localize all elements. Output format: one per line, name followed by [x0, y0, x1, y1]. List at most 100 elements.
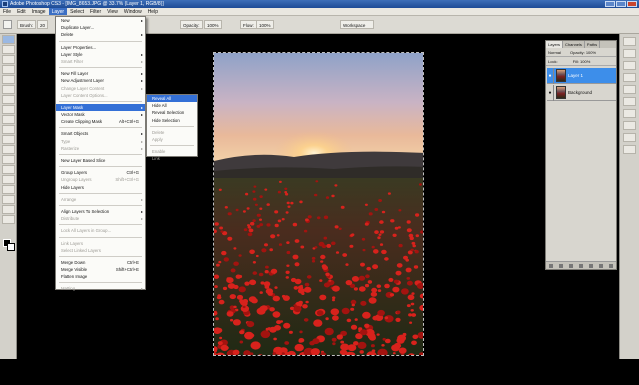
history-brush-tool-icon[interactable] [2, 125, 15, 134]
brush-tool-icon[interactable] [2, 105, 15, 114]
menu-item-align-layers-to-selection[interactable]: Align Layers To Selection ▸ [56, 208, 145, 215]
menu-item-merge-visible[interactable]: Merge Visible Shift+Ctrl+E [56, 266, 145, 273]
menu-item-reveal-selection[interactable]: Reveal Selection [147, 109, 197, 116]
workspace-button[interactable]: Workspace [340, 20, 374, 29]
clone-stamp-tool-icon[interactable] [2, 115, 15, 124]
healing-brush-tool-icon[interactable] [2, 95, 15, 104]
type-tool-icon[interactable] [2, 185, 15, 194]
menu-help[interactable]: Help [145, 8, 161, 15]
menu-window[interactable]: Window [121, 8, 145, 15]
menu-item-layer-style[interactable]: Layer Style ▸ [56, 51, 145, 58]
layer-row-background[interactable]: ● Background [547, 84, 616, 101]
poppy-flower [313, 319, 323, 327]
dodge-tool-icon[interactable] [2, 165, 15, 174]
menu-item-enable: Enable [147, 148, 197, 155]
styles-panel-icon[interactable] [623, 97, 636, 106]
adjustment-layer-icon[interactable] [579, 263, 583, 268]
menu-item-smart-objects[interactable]: Smart Objects ▸ [56, 130, 145, 137]
delete-layer-icon[interactable] [609, 263, 613, 268]
background-color-swatch[interactable] [7, 243, 15, 251]
fill-field[interactable]: 100% [580, 59, 590, 64]
opacity-field[interactable]: 100% [204, 20, 222, 29]
poppy-flower [314, 193, 318, 197]
poppy-flower [233, 305, 237, 309]
magic-wand-tool-icon[interactable] [2, 65, 15, 74]
menu-item-hide-layers[interactable]: Hide Layers [56, 184, 145, 191]
tab-paths[interactable]: Paths [585, 41, 601, 48]
poppy-flower [249, 249, 255, 255]
menu-item-flatten-image[interactable]: Flatten Image [56, 273, 145, 280]
document-image-poppy-field[interactable] [213, 52, 424, 356]
submenu-arrow-icon: ▸ [140, 58, 143, 64]
link-layers-icon[interactable] [549, 263, 553, 268]
menu-image[interactable]: Image [29, 8, 49, 15]
menu-item-group-layers[interactable]: Group Layers Ctrl+G [56, 169, 145, 176]
hand-tool-icon[interactable] [2, 215, 15, 224]
crop-tool-icon[interactable] [2, 75, 15, 84]
menu-select[interactable]: Select [67, 8, 87, 15]
new-layer-icon[interactable] [599, 263, 603, 268]
menu-item-hide-all[interactable]: Hide All [147, 102, 197, 109]
gradient-tool-icon[interactable] [2, 145, 15, 154]
menu-item-layer-properties[interactable]: Layer Properties... [56, 44, 145, 51]
maximize-button[interactable] [616, 1, 626, 7]
eraser-tool-icon[interactable] [2, 135, 15, 144]
marquee-tool-icon[interactable] [2, 45, 15, 54]
poppy-flower [319, 279, 323, 282]
info-panel-icon[interactable] [623, 61, 636, 70]
swatches-panel-icon[interactable] [623, 85, 636, 94]
navigator-panel-icon[interactable] [623, 37, 636, 46]
close-button[interactable] [627, 1, 637, 7]
brushes-panel-icon[interactable] [623, 145, 636, 154]
poppy-flower [272, 352, 277, 355]
menu-edit[interactable]: Edit [14, 8, 29, 15]
minimize-button[interactable] [605, 1, 615, 7]
histogram-panel-icon[interactable] [623, 49, 636, 58]
tab-channels[interactable]: Channels [563, 41, 585, 48]
color-panel-icon[interactable] [623, 73, 636, 82]
actions-panel-icon[interactable] [623, 121, 636, 130]
tool-presets-panel-icon[interactable] [623, 133, 636, 142]
menu-item-new-adjustment-layer[interactable]: New Adjustment Layer ▸ [56, 77, 145, 84]
menu-file[interactable]: File [0, 8, 14, 15]
menu-layer[interactable]: Layer [48, 8, 68, 15]
menu-view[interactable]: View [104, 8, 121, 15]
menu-item-new-layer-based-slice[interactable]: New Layer Based Slice [56, 157, 145, 164]
poppy-flower [264, 243, 268, 247]
menu-item-reveal-all[interactable]: Reveal All [147, 95, 197, 103]
blend-mode-dropdown[interactable]: Normal [548, 50, 561, 55]
layer-style-icon[interactable] [559, 263, 563, 268]
poppy-flower [390, 219, 395, 223]
visibility-eye-icon[interactable]: ● [547, 67, 554, 84]
brush-tool-preset-icon[interactable] [3, 20, 12, 29]
menu-filter[interactable]: Filter [87, 8, 104, 15]
tab-layers[interactable]: Layers [546, 41, 564, 48]
menu-item-create-clipping-mask[interactable]: Create Clipping Mask Alt+Ctrl+G [56, 118, 145, 125]
lasso-tool-icon[interactable] [2, 55, 15, 64]
menu-item-duplicate-layer[interactable]: Duplicate Layer... [56, 24, 145, 31]
path-selection-tool-icon[interactable] [2, 195, 15, 204]
blur-tool-icon[interactable] [2, 155, 15, 164]
add-mask-icon[interactable] [569, 263, 573, 268]
layer-menu-dropdown: New ▸ Duplicate Layer... Delete ▸ Layer Prope… [55, 16, 146, 291]
menu-item-merge-down[interactable]: Merge Down Ctrl+E [56, 259, 145, 266]
layer-opacity-field[interactable]: 100% [586, 50, 596, 55]
menu-item-new-fill-layer[interactable]: New Fill Layer ▸ [56, 70, 145, 77]
menu-item-layer-mask[interactable]: Layer Mask ▸ [56, 103, 145, 112]
move-tool-icon[interactable] [2, 35, 15, 44]
menu-item-delete[interactable]: Delete ▸ [56, 31, 145, 38]
poppy-flower [226, 311, 234, 317]
menu-item-new[interactable]: New ▸ [56, 17, 145, 24]
brush-size[interactable]: 20 [37, 20, 49, 29]
new-group-icon[interactable] [589, 263, 593, 268]
poppy-flower [366, 266, 371, 271]
flow-field[interactable]: 100% [256, 20, 274, 29]
history-panel-icon[interactable] [623, 109, 636, 118]
slice-tool-icon[interactable] [2, 85, 15, 94]
pen-tool-icon[interactable] [2, 175, 15, 184]
visibility-eye-icon[interactable]: ● [547, 84, 554, 101]
menu-item-vector-mask[interactable]: Vector Mask ▸ [56, 111, 145, 118]
layer-row-layer-1[interactable]: ● Layer 1 [547, 67, 616, 84]
shape-tool-icon[interactable] [2, 205, 15, 214]
menu-item-hide-selection[interactable]: Hide Selection [147, 117, 197, 124]
